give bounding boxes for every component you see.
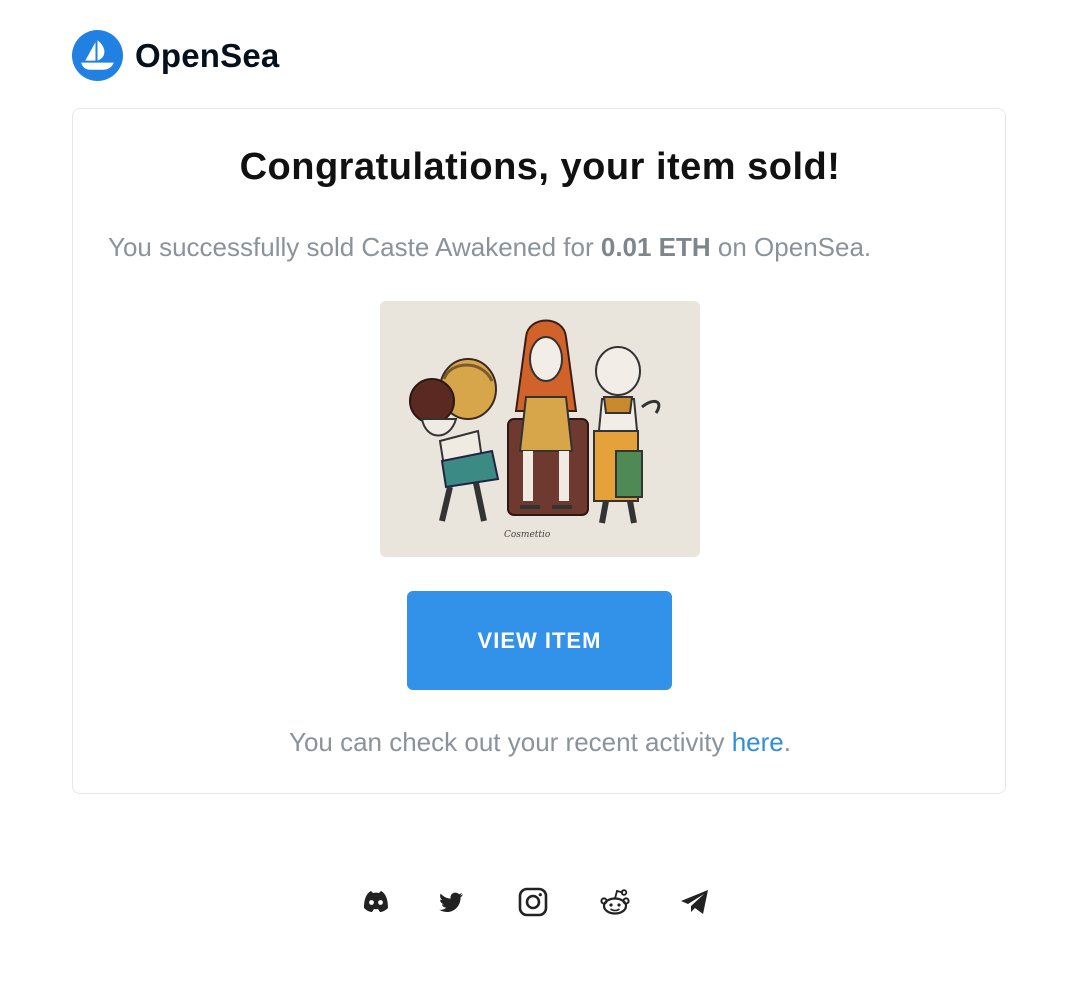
brand-name: OpenSea [135, 36, 280, 74]
item-artwork: Cosmettio [380, 301, 700, 557]
activity-prefix: You can check out your recent activity [288, 727, 732, 757]
activity-text: You can check out your recent activity h… [0, 727, 1080, 758]
page-title: Congratulations, your item sold! [239, 146, 841, 188]
twitter-icon[interactable] [433, 884, 469, 920]
item-image[interactable]: Cosmettio [380, 301, 700, 557]
header: OpenSea [72, 30, 279, 81]
sale-suffix: on OpenSea. [710, 232, 872, 262]
telegram-icon[interactable] [677, 884, 713, 920]
instagram-icon[interactable] [515, 884, 551, 920]
activity-link[interactable]: here [732, 727, 784, 757]
sale-prefix: You successfully sold Caste Awakened for [108, 232, 601, 262]
reddit-icon[interactable] [597, 884, 633, 920]
opensea-logo-icon[interactable] [72, 30, 123, 81]
social-links [0, 884, 1080, 920]
sale-description: You successfully sold Caste Awakened for… [108, 232, 871, 263]
artist-signature: Cosmettio [504, 530, 551, 540]
sale-price: 0.01 ETH [600, 232, 711, 262]
activity-suffix: . [783, 727, 791, 757]
discord-icon[interactable] [358, 884, 394, 920]
view-item-button[interactable]: VIEW ITEM [407, 591, 672, 690]
